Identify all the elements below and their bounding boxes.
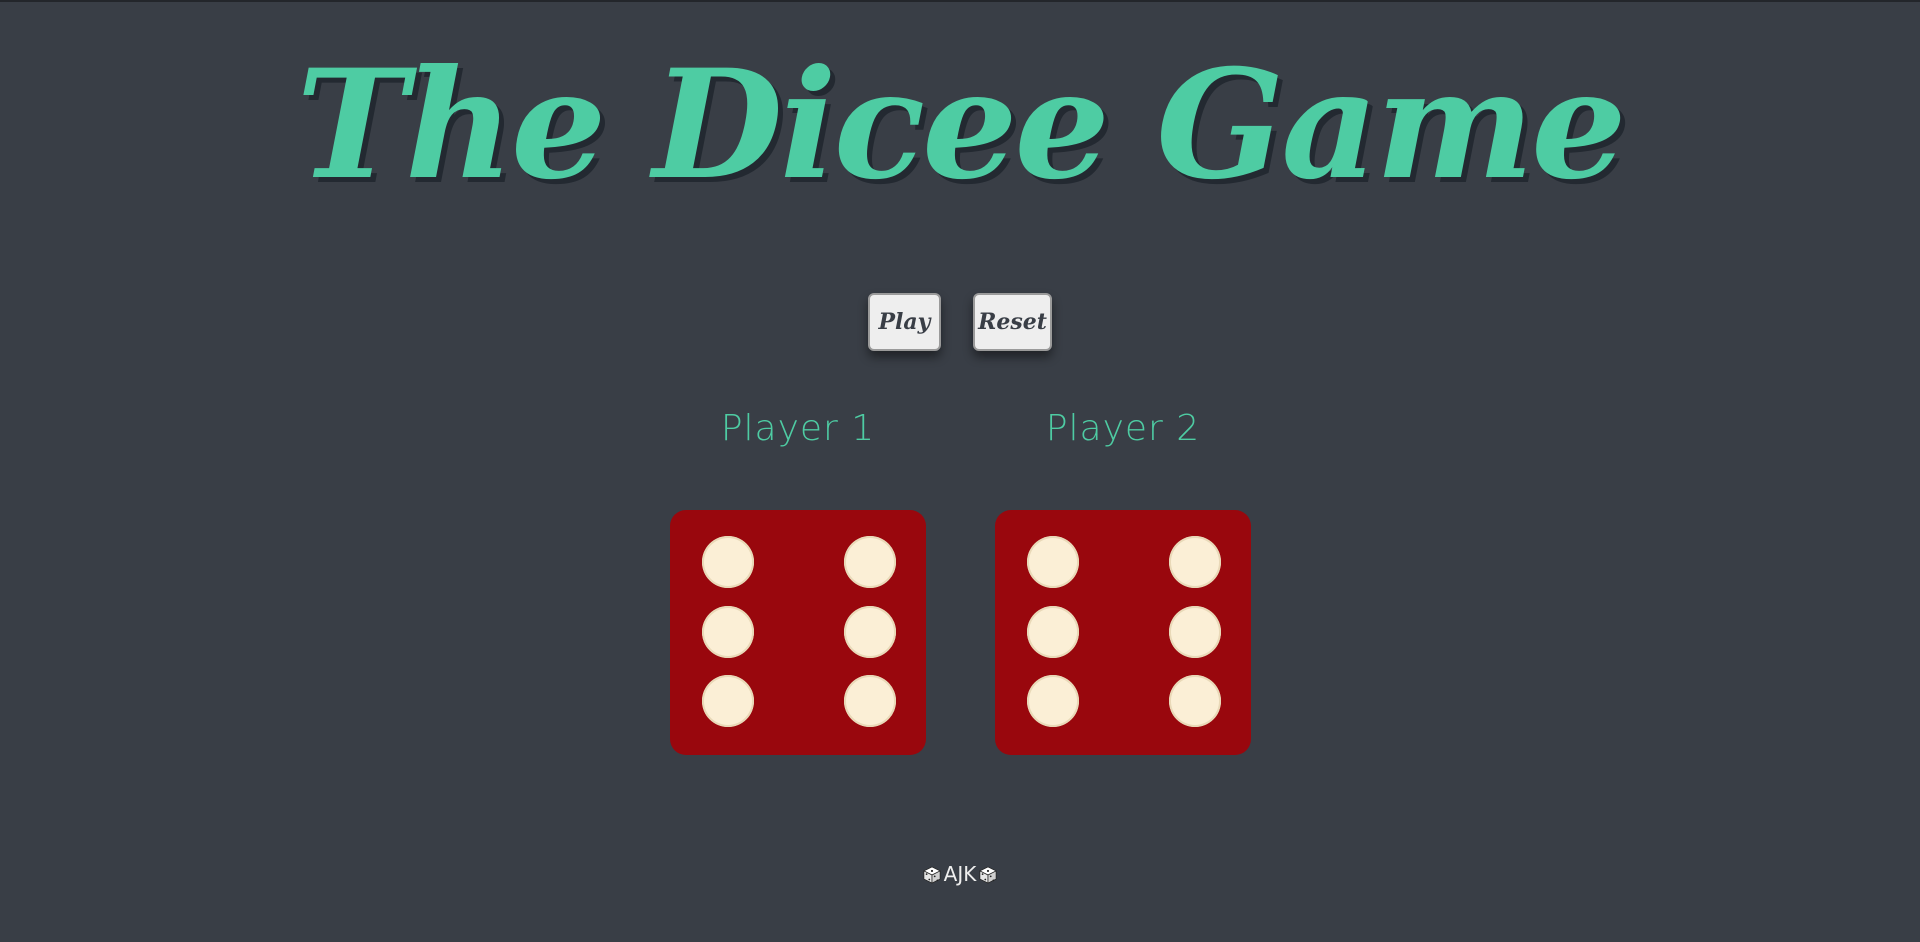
footer-text: AJK: [943, 862, 977, 886]
footer: AJK: [0, 862, 1920, 886]
player-1-label: Player 1: [720, 408, 876, 449]
die-pip: [1027, 675, 1079, 727]
die-pip: [1027, 536, 1079, 588]
die-pip: [1169, 675, 1221, 727]
die-pip: [1027, 606, 1079, 658]
play-button[interactable]: Play: [868, 293, 941, 351]
page-title: The Dicee Game: [296, 37, 1626, 213]
die-pip: [844, 606, 896, 658]
die-pip: [702, 536, 754, 588]
dice-icon: [922, 865, 941, 884]
dice-icon: [979, 865, 998, 884]
die-pip: [844, 536, 896, 588]
die-pip: [1169, 536, 1221, 588]
die-pip: [844, 675, 896, 727]
player-1-die: [670, 510, 926, 755]
die-pip: [1169, 606, 1221, 658]
die-pip: [702, 675, 754, 727]
die-pip: [702, 606, 754, 658]
reset-button[interactable]: Reset: [973, 293, 1052, 351]
player-2-label: Player 2: [1045, 408, 1201, 449]
player-2-die: [995, 510, 1251, 755]
